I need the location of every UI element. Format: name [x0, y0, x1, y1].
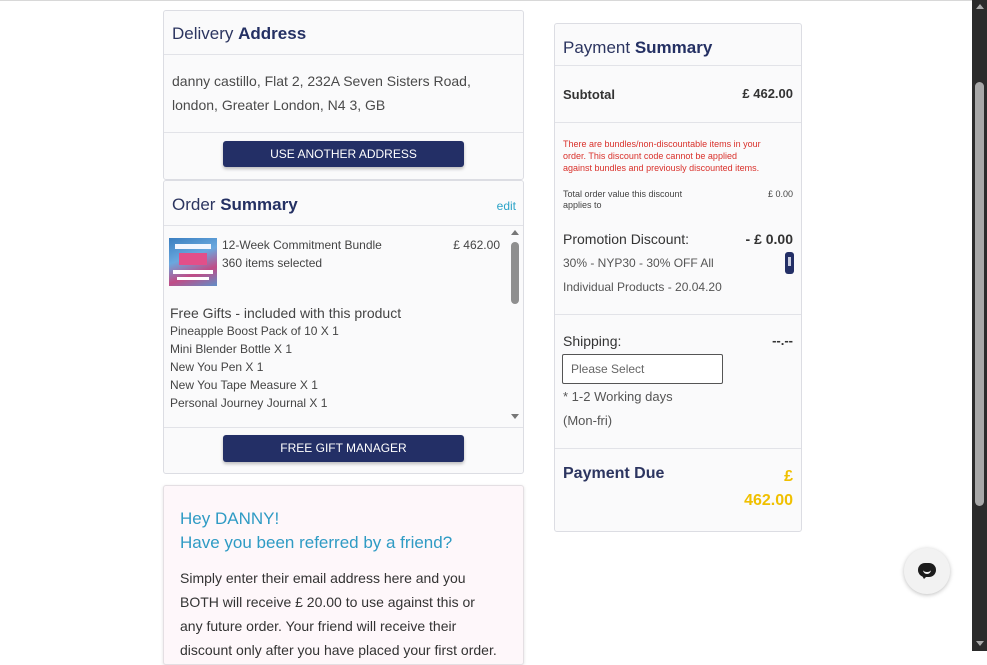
product-price: £ 462.00 — [453, 238, 500, 252]
page-scrollbar-thumb[interactable] — [975, 82, 984, 506]
divider — [164, 427, 523, 428]
product-thumbnail — [169, 238, 217, 286]
referral-greeting: Hey DANNY! — [180, 509, 280, 528]
referral-description: Simply enter their email address here an… — [180, 570, 497, 658]
gift-item: Mini Blender Bottle X 1 — [170, 342, 293, 356]
payment-summary-title: Payment Summary — [555, 24, 801, 66]
shipping-select[interactable]: Please Select — [562, 354, 723, 384]
delivery-address-text: danny castillo, Flat 2, 232A Seven Siste… — [172, 73, 471, 113]
referral-panel: Hey DANNY! Have you been referred by a f… — [163, 485, 524, 665]
promo-code-description: 30% - NYP30 - 30% OFF All — [563, 256, 714, 270]
discount-warning-text: There are bundles/non-discountable items… — [563, 139, 761, 173]
discount-applies-row: Total order value this discount applies … — [563, 189, 793, 210]
subtotal-row: Subtotal £ 462.00 — [563, 86, 793, 104]
scroll-down-arrow-icon[interactable] — [511, 414, 519, 419]
gift-item: New You Tape Measure X 1 — [170, 378, 318, 392]
shipping-note: * 1-2 Working days — [563, 389, 673, 404]
top-divider — [0, 0, 972, 1]
free-gift-manager-button[interactable]: FREE GIFT MANAGER — [223, 435, 464, 462]
scroll-up-arrow-icon[interactable] — [511, 230, 519, 235]
divider — [555, 122, 801, 123]
subtotal-value: £ 462.00 — [742, 86, 793, 101]
payment-due-label: Payment Due — [563, 465, 665, 482]
scrollbar-thumb[interactable] — [511, 242, 519, 304]
order-summary-panel: Order Summary edit 12-Week Commitment Bu… — [163, 180, 524, 474]
referral-question: Have you been referred by a friend? — [180, 533, 453, 552]
divider — [164, 132, 523, 133]
payment-due-row: Payment Due £ 462.00 — [563, 465, 793, 509]
divider — [555, 314, 801, 315]
delivery-address-panel: Delivery Address danny castillo, Flat 2,… — [163, 10, 524, 180]
gift-item: Pineapple Boost Pack of 10 X 1 — [170, 324, 339, 338]
payment-due-value: £ 462.00 — [744, 468, 793, 509]
shipping-row: Shipping: --.-- — [563, 333, 793, 351]
free-gifts-title: Free Gifts - included with this product — [170, 305, 402, 321]
subtotal-label: Subtotal — [563, 87, 615, 102]
delivery-address-title: Delivery Address — [164, 11, 523, 55]
shipping-label: Shipping: — [563, 333, 622, 349]
scroll-up-arrow-icon[interactable] — [976, 4, 984, 9]
product-name: 12-Week Commitment Bundle — [222, 238, 382, 252]
shipping-value: --.-- — [772, 333, 793, 348]
scroll-down-arrow-icon[interactable] — [976, 641, 984, 646]
edit-order-link[interactable]: edit — [497, 199, 516, 213]
promotion-discount-row: Promotion Discount: - £ 0.00 — [563, 231, 793, 249]
order-list-scrollbar[interactable] — [509, 227, 521, 422]
payment-summary-panel: Payment Summary Subtotal £ 462.00 There … — [554, 23, 802, 532]
order-summary-title: Order Summary — [164, 181, 523, 226]
gift-item: New You Pen X 1 — [170, 360, 264, 374]
page-scrollbar[interactable] — [972, 0, 987, 651]
chat-button[interactable] — [904, 548, 950, 594]
product-items-count: 360 items selected — [222, 256, 323, 270]
remove-promo-icon[interactable] — [785, 252, 794, 274]
use-another-address-button[interactable]: USE ANOTHER ADDRESS — [223, 141, 464, 167]
gift-item: Personal Journey Journal X 1 — [170, 396, 328, 410]
divider — [555, 448, 801, 449]
discount-applies-value: £ 0.00 — [767, 189, 793, 199]
promotion-discount-label: Promotion Discount: — [563, 231, 690, 247]
promotion-discount-value: - £ 0.00 — [745, 231, 793, 247]
order-items-list[interactable]: 12-Week Commitment Bundle 360 items sele… — [164, 226, 522, 426]
